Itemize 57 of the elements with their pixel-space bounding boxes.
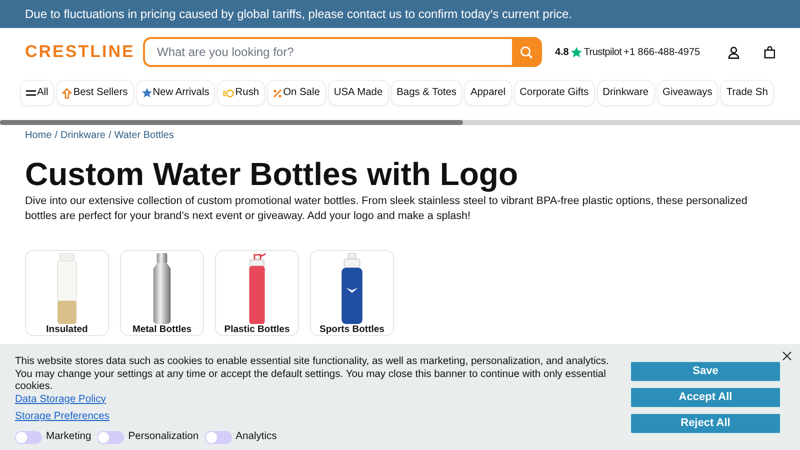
toggle-switch[interactable] (15, 430, 42, 444)
category-tab[interactable]: Bags & Totes (390, 80, 462, 106)
category-tab[interactable]: All (20, 80, 54, 106)
star-icon (570, 46, 582, 58)
shopping-bag-icon[interactable] (764, 46, 775, 58)
category-tab[interactable]: Corporate Gifts (514, 80, 595, 106)
category-label: Metal Bottles (132, 325, 192, 335)
breadcrumb-link[interactable]: Water Bottles (114, 128, 174, 143)
menu-icon (26, 89, 36, 97)
rush-icon (223, 88, 234, 98)
scrollbar-thumb[interactable] (0, 120, 463, 125)
page-title: Custom Water Bottles with Logo (25, 156, 520, 192)
category-tab[interactable]: Giveaways (656, 80, 718, 106)
cookie-text: This website stores data such as cookies to enable essential site functionality, as well as marketing, personalization, and analytics. You may change your settings at any time or accept the default settings. You may close this banner to continue with only essential cookies. (15, 356, 610, 394)
cookie-button[interactable]: Accept All (631, 388, 780, 407)
toggle-switch[interactable] (204, 430, 232, 444)
percent-icon (273, 88, 282, 98)
breadcrumb-link[interactable]: Home (25, 128, 52, 143)
breadcrumb-separator: / (54, 129, 58, 143)
cookie-button[interactable]: Reject All (631, 414, 780, 433)
category-card[interactable]: Sports Bottles (310, 250, 394, 336)
breadcrumb-link[interactable]: Drinkware (60, 128, 106, 143)
category-tab[interactable]: New Arrivals (136, 80, 216, 106)
cookie-button[interactable]: Save (631, 362, 780, 381)
category-label: Sports Bottles (320, 325, 384, 335)
category-label: Insulated (46, 325, 88, 335)
trustpilot-label[interactable]: Trustpilot (584, 44, 622, 60)
category-tab[interactable]: Rush (217, 80, 266, 106)
rating-value: 4.8 (554, 46, 569, 60)
search-button[interactable] (512, 37, 542, 67)
user-icon[interactable] (728, 46, 740, 58)
toggle-label: Analytics (236, 430, 277, 444)
category-card[interactable]: Plastic Bottles (215, 250, 299, 336)
category-tab[interactable]: Apparel (464, 80, 512, 106)
category-card[interactable]: Metal Bottles (120, 250, 204, 336)
intro-text: Dive into our extensive collection of custom promotional water bottles. From sleek stainless steel to vibrant BPA-free plastic options, these personalized bottles are perfect for your brand’s next event or giveaway. Add your logo and make a splash! (25, 194, 748, 224)
preferences-link[interactable]: Storage Preferences (15, 411, 625, 424)
star-icon (142, 88, 152, 98)
policy-link[interactable]: Data Storage Policy (15, 394, 625, 406)
announcement-text: Due to fluctuations in pricing caused by global tariffs, please contact us to confirm today's current price. (25, 6, 572, 23)
toggle-label: Personalization (128, 430, 199, 444)
toggle-label: Marketing (46, 430, 92, 444)
close-icon[interactable] (782, 351, 792, 361)
phone-number[interactable]: +1 866-488-4975 (624, 44, 700, 60)
category-tab[interactable]: Drinkware (596, 80, 655, 106)
category-card[interactable]: Insulated (25, 250, 109, 336)
category-tab[interactable]: USA Made (328, 80, 389, 106)
category-tab[interactable]: Trade Sh (720, 80, 774, 106)
search-icon (520, 46, 534, 58)
toggle-switch[interactable] (97, 430, 124, 444)
breadcrumb-separator: / (108, 129, 112, 143)
insulated-bottle-drawing (54, 253, 80, 324)
category-tab[interactable]: On Sale (267, 80, 326, 106)
category-label: Plastic Bottles (224, 325, 290, 335)
arrow-up-icon (62, 88, 72, 98)
category-tab[interactable]: Best Sellers (56, 80, 134, 106)
search-field[interactable]: What are you looking for? (143, 37, 512, 67)
